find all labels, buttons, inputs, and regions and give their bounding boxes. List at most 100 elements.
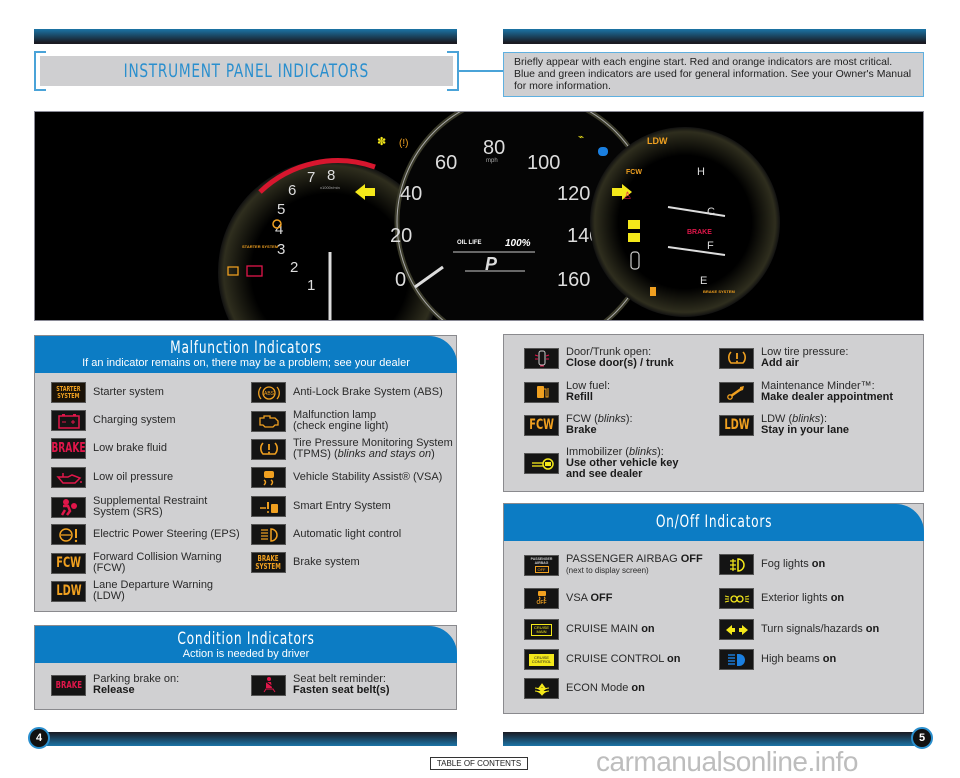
starter-light: STARTER SYSTEM [242,244,279,249]
condition-panel: Condition Indicators Action is needed by… [34,625,457,710]
indicator-label: Low brake fluid [93,442,167,454]
abs-icon: ABS [251,382,286,403]
wrench-icon [719,381,754,403]
page-number-left: 4 [28,727,50,749]
indicator-label: Lane Departure Warning (LDW) [93,579,214,602]
malfunction-title: Malfunction Indicators [170,338,322,358]
tpms-icon [719,347,754,369]
indicator-label: CRUISE MAIN on [566,623,655,635]
indicator-high-beams: High beams on [719,649,836,670]
bottom-bar-right [503,732,924,746]
indicator-econ: ECON Mode on [524,678,645,699]
indicator-label: Parking brake on: Release [93,673,180,696]
indicator-label: LDW (blinks): Stay in your lane [761,413,850,436]
indicator-vsa: Vehicle Stability Assist® (VSA) [251,467,442,488]
indicator-label: CRUISE CONTROL on [566,653,681,665]
bottom-bar-left [40,732,457,746]
brake-warning-light: BRAKE [687,229,712,236]
speed-label: 0 [395,269,406,291]
brake-icon: BRAKE [51,438,86,459]
indicator-vsa-off: OFF VSA OFF [524,588,612,609]
indicator-label: Maintenance Minder™: Make dealer appointm… [761,380,894,403]
fog-light-icon [719,554,754,575]
speed-label: 100 [527,152,560,174]
temp-cold-label: C [707,206,715,218]
passenger-airbag-off-icon: PASSENGER AIRBAG OFF [524,554,559,576]
indicator-label: Anti-Lock Brake System (ABS) [293,386,443,398]
oil-life-value: 100% [505,238,531,249]
speed-label: 20 [390,225,412,247]
indicator-label: Immobilizer (blinks): Use other vehicle k… [566,446,679,480]
fuel-icon [524,381,559,403]
engine-icon [251,410,286,432]
tpms-icon [251,438,286,460]
fcw-light: FCW [626,169,642,176]
indicator-label: Low oil pressure [93,471,174,483]
econ-light: ✽ [377,136,386,148]
indicator-label: Brake system [293,556,360,568]
indicator-fcw: FCW Forward Collision Warning (FCW) [51,552,223,574]
indicator-label: Door/Trunk open: Close door(s) / trunk [566,346,674,369]
speed-unit: mph [486,158,498,164]
indicator-low-tire-pressure: Low tire pressure: Add air [719,347,848,369]
indicator-charging-system: Charging system [51,410,176,431]
indicator-door-open: Door/Trunk open: Close door(s) / trunk [524,347,674,369]
oil-life-label: OIL LIFE [457,240,482,246]
brake-system-light: BRAKE SYSTEM [703,289,735,294]
indicator-starter-system: STARTER SYSTEM Starter system [51,382,164,403]
indicator-label: Supplemental Restraint System (SRS) [93,495,208,518]
condition-panel-right: Door/Trunk open: Close door(s) / trunk Lo… [503,334,924,492]
fuel-empty-label: E [700,275,707,287]
auto-light-icon [251,524,286,545]
indicator-low-oil-pressure: Low oil pressure [51,467,173,488]
table-of-contents-link[interactable]: TABLE OF CONTENTS [430,757,528,770]
econ-icon [524,678,559,699]
indicator-label: Tire Pressure Monitoring System (TPMS) (b… [293,437,453,460]
indicator-label: FCW (blinks): Brake [566,413,633,436]
indicator-abs: ABS Anti-Lock Brake System (ABS) [251,382,443,403]
airbag-icon [51,496,86,518]
onoff-header: On/Off Indicators [504,504,924,541]
indicator-label: Seat belt reminder: Fasten seat belt(s) [293,673,390,696]
gear-indicator: P [485,254,498,274]
indicator-brake-system: BRAKE SYSTEM Brake system [251,552,360,573]
condition-header: Condition Indicators Action is needed by… [35,626,457,663]
speed-label: 40 [400,183,422,205]
indicator-cruise-main: CRUISE MAIN CRUISE MAIN on [524,619,655,640]
indicator-label: Smart Entry System [293,500,391,512]
page-title: INSTRUMENT PANEL INDICATORS [123,60,370,82]
intro-text: Briefly appear with each engine start. R… [503,52,924,97]
title-bracket [34,51,46,53]
indicator-cruise-control: CRUISE CONTROL CRUISE CONTROL on [524,649,681,670]
temp-hot-label: H [697,166,705,178]
instrument-cluster: 1 2 3 4 5 6 7 8 x1000r/min 0 20 40 60 80… [218,112,780,320]
tach-label: 5 [277,201,285,218]
door-open-icon [524,347,559,369]
starter-system-icon: STARTER SYSTEM [51,382,86,403]
smart-entry-icon [251,496,286,517]
indicator-label: Fog lights on [761,558,826,570]
tach-label: 6 [288,182,296,199]
watermark: carmanualsonline.info [596,746,858,777]
indicator-low-fuel: Low fuel: Refill [524,381,610,403]
indicator-label: ECON Mode on [566,682,645,694]
indicator-passenger-airbag-off: PASSENGER AIRBAG OFF PASSENGER AIRBAG OFF(… [524,554,703,576]
indicator-tpms: Tire Pressure Monitoring System (TPMS) (b… [251,438,453,460]
indicator-label: Low fuel: Refill [566,380,611,403]
top-bar-left [34,29,457,44]
title-bracket [34,89,46,91]
brake-icon: BRAKE [51,674,86,696]
indicator-label: Electric Power Steering (EPS) [93,528,240,540]
steering-icon [51,524,86,545]
tach-label: 1 [307,277,315,294]
tach-label: 4 [275,221,283,238]
temp-fuel-dial [590,127,780,317]
cruise-main-icon: CRUISE MAIN [524,619,559,640]
indicator-label: Low tire pressure: Add air [761,346,849,369]
indicator-label: VSA OFF [566,592,613,604]
tach-label: 8 [327,167,335,184]
turn-signals-icon [719,619,754,640]
immobilizer-icon [524,453,559,474]
tach-unit: x1000r/min [320,185,340,190]
ldw-icon: LDW [719,414,754,436]
